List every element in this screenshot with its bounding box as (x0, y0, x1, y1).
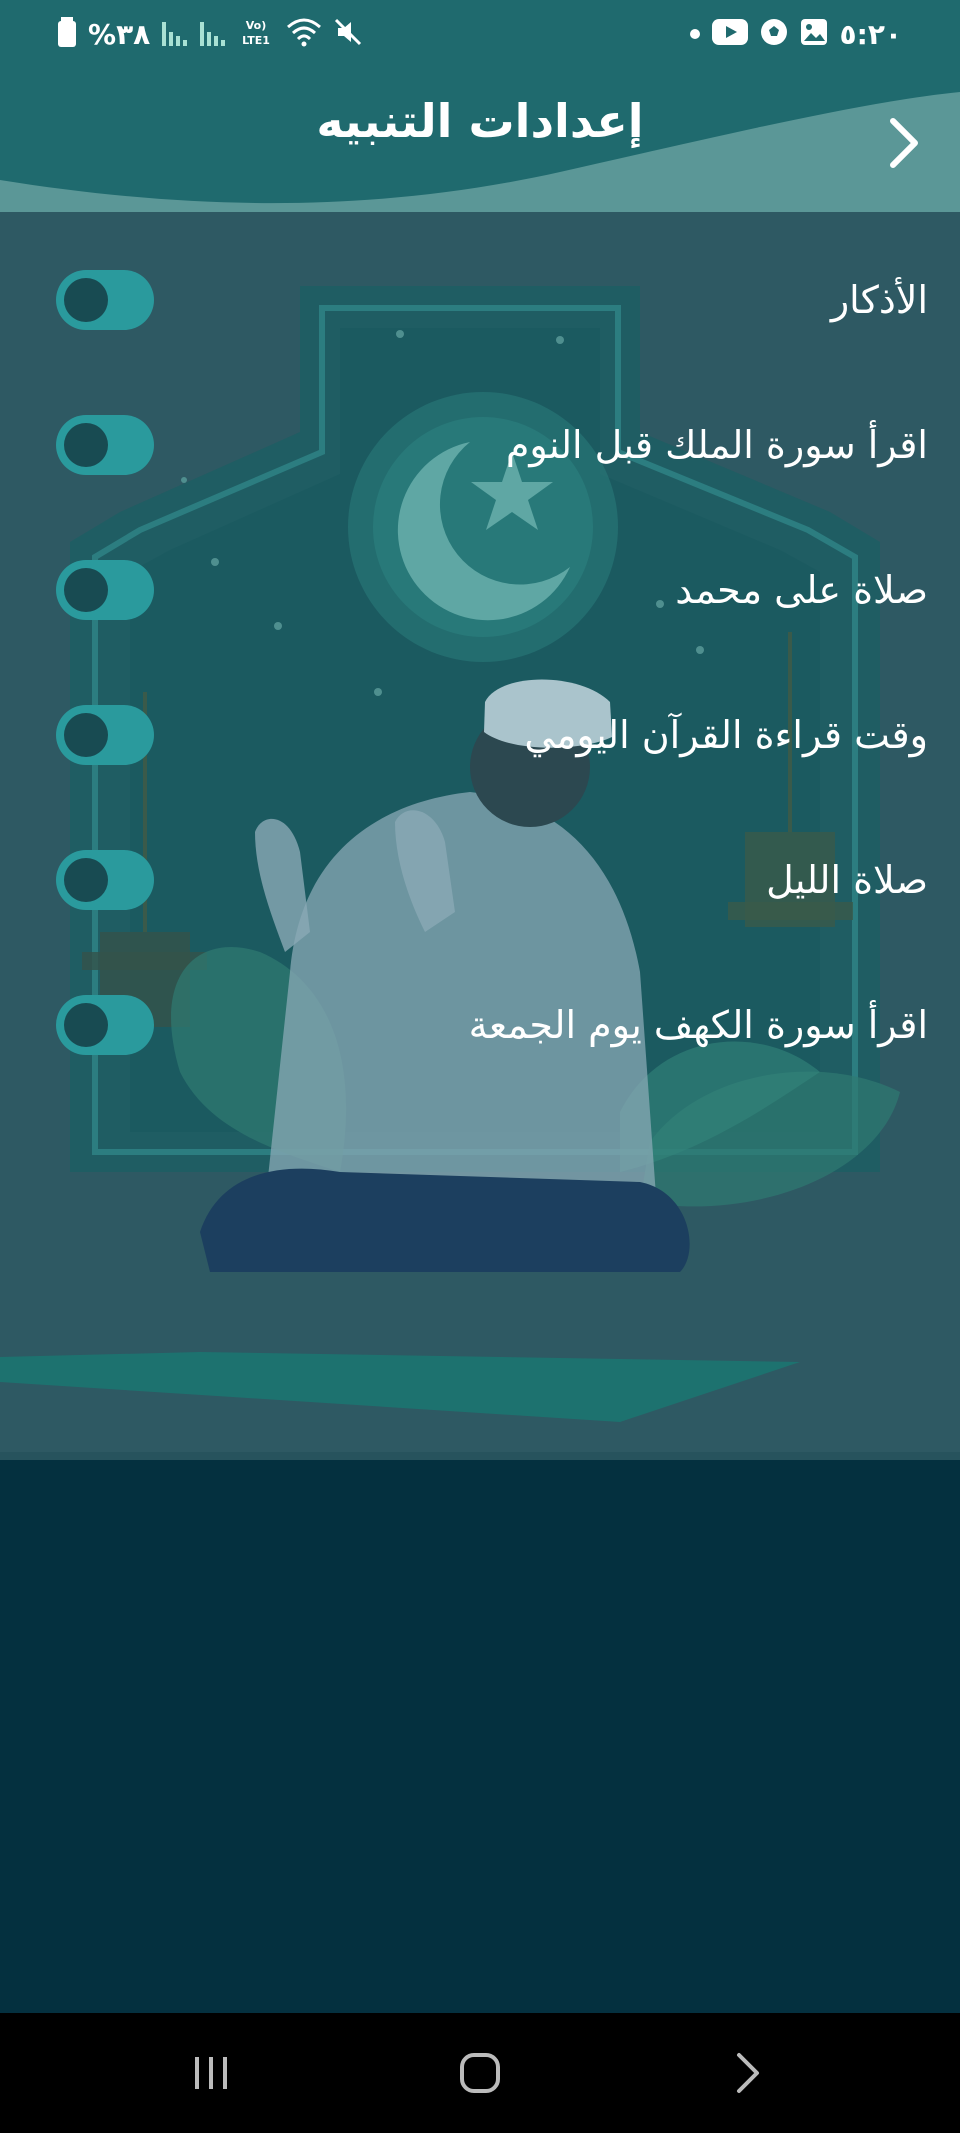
app-header: إعدادات التنبيه (0, 72, 960, 212)
home-icon (460, 2053, 500, 2093)
setting-label: صلاة الليل (766, 858, 928, 902)
back-icon (737, 2053, 759, 2093)
setting-label: الأذكار (830, 278, 928, 322)
toggle-switch[interactable] (56, 560, 154, 620)
setting-row-adhkar: الأذكار (0, 255, 960, 345)
toggle-switch[interactable] (56, 705, 154, 765)
toggle-knob (64, 1003, 108, 1047)
toggle-knob (64, 278, 108, 322)
status-bar-left: %٣٨ Vo) LTE1 (58, 14, 362, 54)
lte-icon: Vo) LTE1 (238, 17, 274, 51)
toggle-switch[interactable] (56, 270, 154, 330)
setting-label: اقرأ سورة الملك قبل النوم (505, 423, 928, 467)
toggle-knob (64, 568, 108, 612)
toggle-knob (64, 858, 108, 902)
signal-icon (200, 18, 226, 50)
page-title: إعدادات التنبيه (316, 94, 644, 148)
toggle-switch[interactable] (56, 995, 154, 1055)
setting-row-night-prayer: صلاة الليل (0, 835, 960, 925)
setting-label: اقرأ سورة الكهف يوم الجمعة (468, 1003, 928, 1047)
signal-icon (162, 18, 188, 50)
wifi-icon (286, 17, 322, 51)
setting-label: صلاة على محمد (675, 568, 928, 612)
battery-icon (58, 17, 76, 51)
svg-text:Vo): Vo) (246, 19, 267, 32)
recent-apps-button[interactable] (171, 2043, 251, 2103)
clock: ٥:٢٠ (839, 17, 902, 51)
notification-dot-icon (689, 29, 700, 39)
gallery-icon (800, 18, 828, 50)
toggle-switch[interactable] (56, 850, 154, 910)
setting-row-salawat: صلاة على محمد (0, 545, 960, 635)
setting-row-daily-quran: وقت قراءة القرآن اليومي (0, 690, 960, 780)
status-bar: %٣٨ Vo) LTE1 ٥:٢٠ (0, 0, 960, 72)
setting-row-surah-kahf: اقرأ سورة الكهف يوم الجمعة (0, 980, 960, 1070)
recent-apps-icon (195, 2057, 227, 2089)
back-button[interactable] (868, 108, 938, 178)
toggle-knob (64, 423, 108, 467)
battery-percent: %٣٨ (88, 17, 151, 51)
back-nav-button[interactable] (707, 2043, 787, 2103)
youtube-icon (711, 19, 748, 49)
home-button[interactable] (440, 2043, 520, 2103)
settings-panel: الأذكار اقرأ سورة الملك قبل النوم صلاة ع… (0, 212, 960, 1460)
toggle-switch[interactable] (56, 415, 154, 475)
setting-label: وقت قراءة القرآن اليومي (524, 713, 928, 757)
svg-text:LTE1: LTE1 (242, 34, 270, 47)
system-nav-bar (0, 2013, 960, 2133)
toggle-knob (64, 713, 108, 757)
mute-icon (334, 18, 362, 50)
status-bar-right: ٥:٢٠ (689, 14, 902, 54)
chevron-right-icon (890, 118, 918, 168)
setting-row-surah-mulk: اقرأ سورة الملك قبل النوم (0, 400, 960, 490)
football-icon (760, 18, 788, 50)
